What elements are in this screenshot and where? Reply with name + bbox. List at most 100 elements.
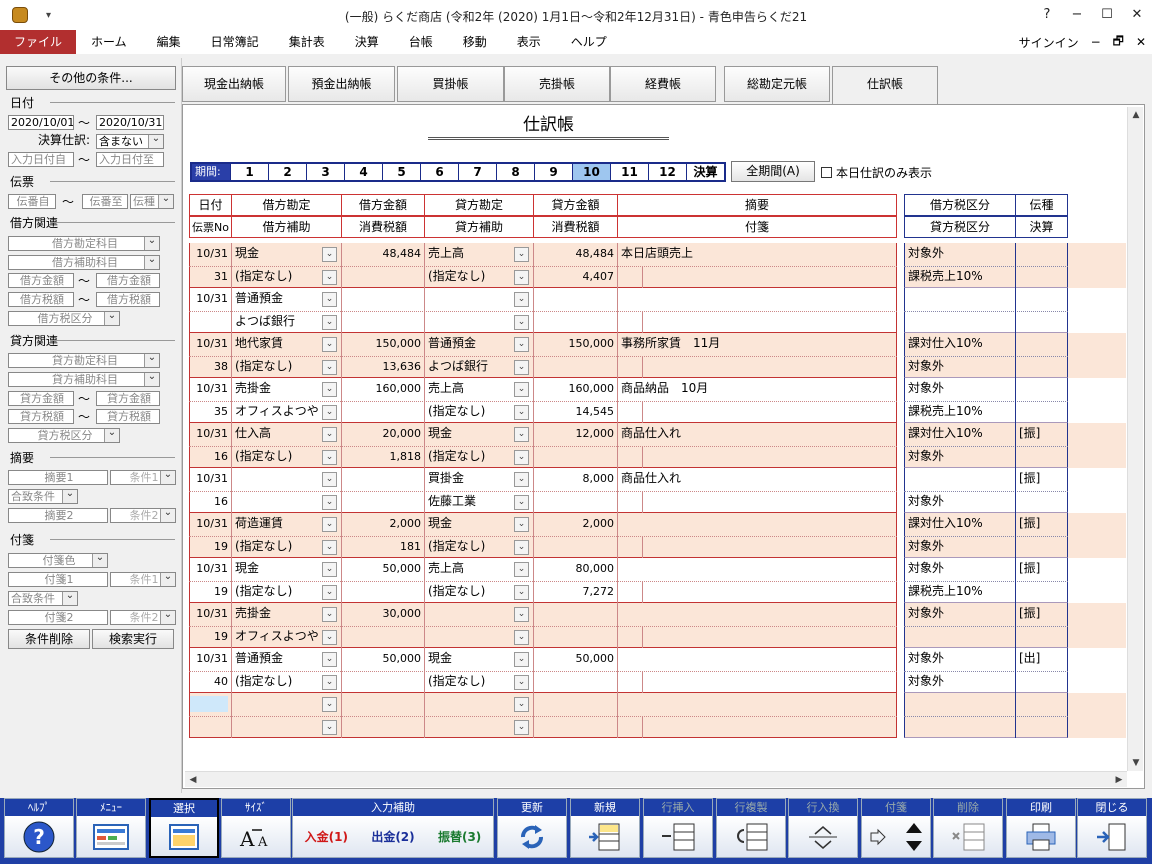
cell-kashi_tax[interactable]: 14,545: [533, 401, 618, 423]
menu-help[interactable]: ヘルプ: [556, 30, 622, 54]
dropdown-chevron-icon[interactable]: ⌄: [514, 269, 529, 285]
dropdown-chevron-icon[interactable]: ⌄: [322, 314, 337, 330]
cell-debit-taxclass[interactable]: 対象外: [904, 558, 1014, 580]
cell-kashi[interactable]: 現金: [424, 648, 514, 670]
period-1[interactable]: 1: [230, 164, 268, 180]
fusen-match-select[interactable]: 合致条件: [8, 591, 78, 606]
cell-credit-taxclass[interactable]: 課税売上10%: [904, 266, 1014, 288]
dropdown-chevron-icon[interactable]: ⌄: [322, 674, 337, 690]
cell-tekiyo[interactable]: 本日店頭売上: [617, 243, 897, 265]
cell-kari[interactable]: 仕入高: [231, 423, 322, 445]
tekiyo2-cond-select[interactable]: 条件2: [110, 508, 176, 523]
dropdown-chevron-icon[interactable]: ⌄: [322, 629, 337, 645]
credit-amount-to[interactable]: 貸方金額: [96, 391, 160, 406]
cell-kari_amt[interactable]: 30,000: [341, 603, 425, 625]
cell-tekiyo[interactable]: 商品仕入れ: [617, 423, 897, 445]
date-to-field[interactable]: 2020/10/31: [96, 115, 164, 130]
cell-kashi_tax[interactable]: 4,407: [533, 266, 618, 288]
cell-no[interactable]: 38: [189, 356, 232, 378]
signin-link[interactable]: サインイン: [1013, 34, 1085, 51]
nyukin-button[interactable]: 入金(1): [305, 828, 348, 845]
cell-kari_tax[interactable]: [341, 266, 425, 288]
cell-credit-taxclass[interactable]: 対象外: [904, 356, 1014, 378]
cell-kari[interactable]: 売掛金: [231, 603, 322, 625]
cell-kari_sub[interactable]: [231, 491, 322, 513]
cell-kashi_tax[interactable]: [533, 536, 618, 558]
fusen1-field[interactable]: 付箋1: [8, 572, 108, 587]
period-7[interactable]: 7: [458, 164, 496, 180]
kessan-select[interactable]: 含まない: [96, 134, 164, 149]
period-8[interactable]: 8: [496, 164, 534, 180]
doc-close-button[interactable]: ✕: [1130, 35, 1152, 49]
dropdown-chevron-icon[interactable]: ⌄: [514, 539, 529, 555]
cell-kashi_sub[interactable]: (指定なし): [424, 671, 514, 693]
cell-date[interactable]: 10/31: [189, 513, 232, 535]
cell-kari_sub[interactable]: オフィスよつや: [231, 626, 322, 648]
menu-view[interactable]: 表示: [502, 30, 556, 54]
dropdown-chevron-icon[interactable]: ⌄: [514, 494, 529, 510]
cell-no[interactable]: 35: [189, 401, 232, 423]
dropdown-chevron-icon[interactable]: ⌄: [322, 337, 337, 352]
dropdown-chevron-icon[interactable]: ⌄: [514, 517, 529, 532]
cell-kashi_sub[interactable]: (指定なし): [424, 401, 514, 423]
cell-kari[interactable]: 地代家賃: [231, 333, 322, 355]
cell-kari_sub[interactable]: [231, 716, 322, 738]
search-button[interactable]: 検索実行: [92, 629, 174, 649]
scroll-down-icon[interactable]: ▼: [1128, 755, 1144, 771]
cell-kashi[interactable]: 売上高: [424, 558, 514, 580]
cell-kashi[interactable]: 普通預金: [424, 333, 514, 355]
cell-kari[interactable]: 荷造運賃: [231, 513, 322, 535]
other-conditions-button[interactable]: その他の条件...: [6, 66, 176, 90]
menu-button[interactable]: ﾒﾆｭｰ: [76, 798, 146, 858]
minimize-button[interactable]: −: [1062, 0, 1092, 30]
furikae-button[interactable]: 振替(3): [438, 828, 481, 845]
cell-kari_tax[interactable]: [341, 491, 425, 513]
dropdown-chevron-icon[interactable]: ⌄: [514, 472, 529, 487]
cell-kashi_sub[interactable]: (指定なし): [424, 581, 514, 603]
cell-tekiyo[interactable]: 商品仕入れ: [617, 468, 897, 490]
period-closing[interactable]: 決算: [686, 164, 724, 180]
cell-kashi_sub[interactable]: [424, 626, 514, 648]
insert-row-button[interactable]: 行挿入: [643, 798, 713, 858]
dropdown-chevron-icon[interactable]: ⌄: [322, 562, 337, 577]
cell-debit-taxclass[interactable]: 課対仕入10%: [904, 423, 1014, 445]
shukkin-button[interactable]: 出金(2): [371, 828, 414, 845]
cell-credit-taxclass[interactable]: 課税売上10%: [904, 401, 1014, 423]
credit-amount-from[interactable]: 貸方金額: [8, 391, 74, 406]
menu-edit[interactable]: 編集: [142, 30, 196, 54]
cell-tekiyo[interactable]: 商品納品 10月: [617, 378, 897, 400]
cell-debit-taxclass[interactable]: [904, 468, 1014, 490]
dropdown-chevron-icon[interactable]: ⌄: [322, 427, 337, 442]
period-12[interactable]: 12: [648, 164, 686, 180]
dropdown-chevron-icon[interactable]: ⌄: [514, 314, 529, 330]
cell-no[interactable]: [189, 311, 232, 333]
active-input-cell[interactable]: [190, 696, 228, 712]
cell-kashi_tax[interactable]: 7,272: [533, 581, 618, 603]
cell-credit-taxclass[interactable]: 対象外: [904, 536, 1014, 558]
dropdown-chevron-icon[interactable]: ⌄: [514, 607, 529, 622]
debit-amount-from[interactable]: 借方金額: [8, 273, 74, 288]
cell-debit-taxclass[interactable]: 課対仕入10%: [904, 513, 1014, 535]
close-button[interactable]: ✕: [1122, 0, 1152, 30]
cell-kari_tax[interactable]: [341, 716, 425, 738]
fusen-color-select[interactable]: 付箋色: [8, 553, 108, 568]
cell-kari_sub[interactable]: オフィスよつや: [231, 401, 322, 423]
dropdown-chevron-icon[interactable]: ⌄: [514, 337, 529, 352]
cell-no[interactable]: 19: [189, 581, 232, 603]
horizontal-scrollbar[interactable]: ◀ ▶: [185, 771, 1127, 787]
debit-tax-from[interactable]: 借方税額: [8, 292, 74, 307]
cell-credit-taxclass[interactable]: [904, 311, 1014, 333]
dropdown-chevron-icon[interactable]: ⌄: [322, 404, 337, 420]
cell-kari_tax[interactable]: [341, 626, 425, 648]
period-11[interactable]: 11: [610, 164, 648, 180]
cell-kari_tax[interactable]: [341, 671, 425, 693]
input-date-from-field[interactable]: 入力日付自: [8, 152, 74, 167]
dropdown-chevron-icon[interactable]: ⌄: [322, 494, 337, 510]
cell-kashi_amt[interactable]: [533, 288, 618, 310]
dropdown-chevron-icon[interactable]: ⌄: [322, 517, 337, 532]
cell-no[interactable]: 19: [189, 536, 232, 558]
help-icon[interactable]: ?: [1032, 0, 1062, 30]
dropdown-chevron-icon[interactable]: ⌄: [514, 449, 529, 465]
tab-payables[interactable]: 買掛帳: [397, 66, 504, 102]
doc-minimize-button[interactable]: −: [1085, 35, 1107, 49]
